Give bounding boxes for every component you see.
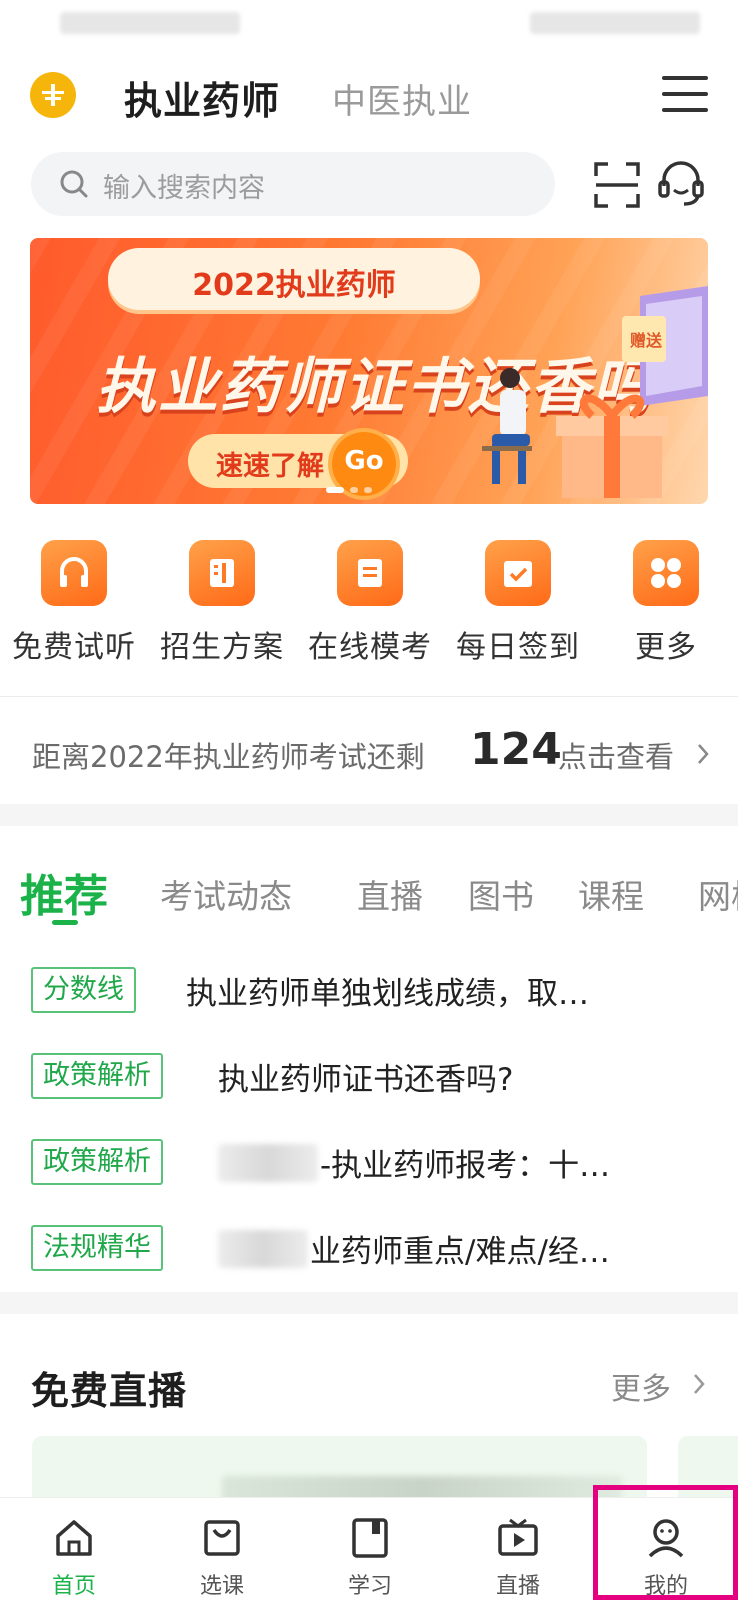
news-title: -执业药师报考：十… bbox=[320, 1148, 611, 1184]
app-logo bbox=[30, 72, 76, 118]
news-title: 执业药师证书还香吗? bbox=[218, 1062, 514, 1098]
banner-dot bbox=[350, 487, 358, 493]
divider bbox=[0, 696, 738, 697]
free-live-title: 免费直播 bbox=[31, 1369, 188, 1413]
tabbar-label: 直播 bbox=[495, 1574, 540, 1599]
tabbar-label: 选课 bbox=[199, 1574, 244, 1599]
quick-action-label: 免费试听 bbox=[12, 630, 136, 665]
banner-pagination bbox=[326, 478, 378, 497]
news-tag: 法规精华 bbox=[31, 1225, 163, 1271]
news-tag: 分数线 bbox=[31, 967, 136, 1013]
news-title: 业药师重点/难点/经… bbox=[310, 1234, 610, 1270]
quick-action-mock-exam[interactable]: 在线模考 bbox=[296, 540, 444, 666]
quick-action-label: 更多 bbox=[635, 630, 697, 665]
notebook-icon bbox=[352, 1518, 388, 1558]
status-bar-blurred-left bbox=[60, 12, 240, 34]
status-bar bbox=[0, 0, 738, 40]
banner-go-label: Go bbox=[344, 446, 384, 476]
chevron-right-icon bbox=[698, 744, 709, 764]
logo-cross-icon bbox=[42, 84, 64, 106]
tab-recommend[interactable]: 推荐 bbox=[20, 860, 108, 924]
tab-books[interactable]: 图书 bbox=[468, 870, 534, 918]
news-item[interactable]: 法规精华 业药师重点/难点/经… bbox=[0, 1218, 738, 1278]
scan-icon[interactable] bbox=[594, 162, 640, 208]
banner-cta-label: 速速了解 bbox=[216, 451, 324, 482]
banner-pill-text: 2022执业药师 bbox=[192, 268, 396, 303]
tabbar-label: 首页 bbox=[51, 1574, 96, 1599]
tab-live[interactable]: 直播 bbox=[357, 870, 423, 918]
countdown-link[interactable]: 点击查看 bbox=[558, 734, 674, 776]
quick-action-daily-checkin[interactable]: 每日签到 bbox=[444, 540, 592, 666]
tabbar-home[interactable]: 首页 bbox=[0, 1498, 148, 1600]
blurred-text-mask bbox=[218, 1230, 308, 1268]
news-item[interactable]: 政策解析 -执业药师报考：十… bbox=[0, 1132, 738, 1192]
tab-courses[interactable]: 课程 bbox=[578, 870, 644, 918]
gift-tag-label: 赠送 bbox=[630, 331, 663, 350]
document-icon bbox=[337, 540, 403, 606]
tv-play-icon bbox=[498, 1518, 538, 1556]
tabbar-live[interactable]: 直播 bbox=[444, 1498, 592, 1600]
news-item[interactable]: 政策解析 执业药师证书还香吗? bbox=[0, 1046, 738, 1106]
quick-action-label: 招生方案 bbox=[160, 630, 284, 665]
calendar-check-icon bbox=[485, 540, 551, 606]
blurred-text-mask bbox=[218, 1144, 318, 1182]
news-item[interactable]: 分数线 执业药师单独划线成绩，取… bbox=[0, 960, 738, 1020]
promo-banner[interactable]: 2022执业药师 执业药师证书还香吗 速速了解 Go 赠送 bbox=[30, 238, 708, 504]
search-icon bbox=[60, 170, 88, 198]
quick-action-label: 在线模考 bbox=[308, 630, 432, 665]
news-tag: 政策解析 bbox=[31, 1053, 163, 1099]
exam-title-active[interactable]: 执业药师 bbox=[124, 70, 280, 125]
banner-dot bbox=[364, 487, 372, 493]
status-bar-blurred-right bbox=[530, 12, 700, 34]
quick-action-label: 每日签到 bbox=[456, 630, 580, 665]
news-title: 执业药师单独划线成绩，取… bbox=[186, 976, 589, 1012]
section-separator bbox=[0, 804, 738, 826]
search-row: 输入搜索内容 bbox=[0, 152, 738, 218]
menu-icon[interactable] bbox=[662, 76, 708, 114]
headphones-icon bbox=[41, 540, 107, 606]
tab-active-indicator bbox=[52, 920, 78, 925]
tab-online-school[interactable]: 网校 bbox=[698, 870, 738, 918]
book-icon bbox=[189, 540, 255, 606]
highlight-box bbox=[593, 1485, 738, 1600]
quick-action-free-trial[interactable]: 免费试听 bbox=[0, 540, 148, 666]
countdown-text: 距离2022年执业药师考试还剩 bbox=[32, 740, 425, 774]
bag-icon bbox=[204, 1520, 240, 1556]
quick-actions: 免费试听 招生方案 在线模考 每日签到 更多 bbox=[0, 540, 738, 670]
customer-service-icon[interactable] bbox=[658, 160, 704, 208]
news-tag: 政策解析 bbox=[31, 1139, 163, 1185]
exam-countdown[interactable]: 距离2022年执业药师考试还剩 124 点击查看 bbox=[0, 722, 738, 792]
countdown-days: 124 bbox=[470, 724, 562, 775]
chevron-right-icon bbox=[694, 1374, 705, 1394]
section-separator bbox=[0, 1292, 738, 1314]
tab-exam-news[interactable]: 考试动态 bbox=[160, 870, 292, 918]
content-tabs: 推荐 考试动态 直播 图书 课程 网校 bbox=[0, 860, 738, 930]
search-placeholder: 输入搜索内容 bbox=[103, 173, 265, 204]
person-illustration bbox=[482, 368, 532, 484]
app-header: 执业药师 中医执业 bbox=[0, 62, 738, 132]
quick-action-more[interactable]: 更多 bbox=[592, 540, 738, 666]
grid-icon bbox=[633, 540, 699, 606]
banner-dot-active bbox=[326, 487, 344, 493]
gift-box-illustration bbox=[556, 394, 668, 498]
exam-title-switch[interactable]: 中医执业 bbox=[332, 74, 472, 123]
banner-pill: 2022执业药师 bbox=[108, 248, 480, 310]
home-icon bbox=[56, 1520, 92, 1556]
search-input[interactable]: 输入搜索内容 bbox=[31, 152, 555, 216]
tabbar-study[interactable]: 学习 bbox=[296, 1498, 444, 1600]
quick-action-enrollment-plan[interactable]: 招生方案 bbox=[148, 540, 296, 666]
free-live-more-link[interactable]: 更多 bbox=[611, 1364, 671, 1408]
tabbar-courses[interactable]: 选课 bbox=[148, 1498, 296, 1600]
tabbar-label: 学习 bbox=[347, 1574, 392, 1599]
